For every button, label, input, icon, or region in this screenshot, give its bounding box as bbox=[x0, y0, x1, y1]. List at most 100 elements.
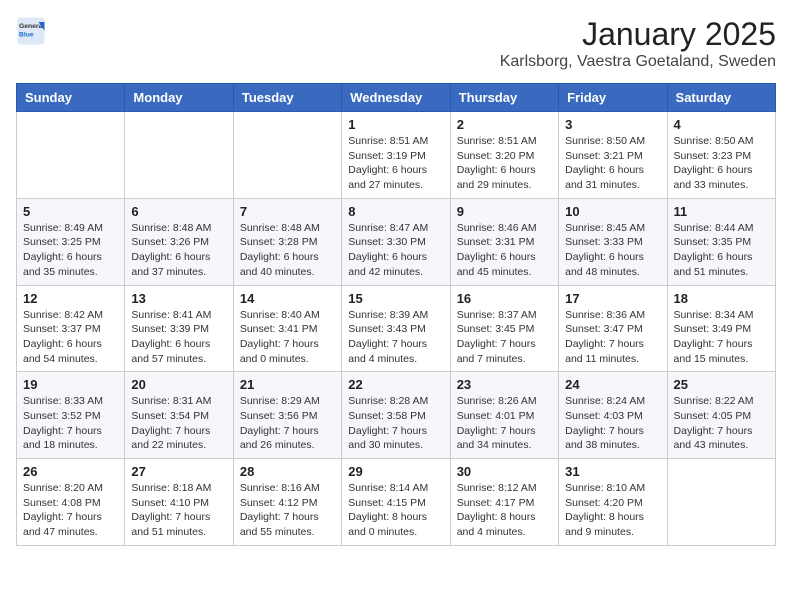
day-number: 20 bbox=[131, 377, 226, 392]
day-info: Sunrise: 8:40 AMSunset: 3:41 PMDaylight:… bbox=[240, 308, 335, 367]
calendar-subtitle: Karlsborg, Vaestra Goetaland, Sweden bbox=[500, 53, 776, 71]
day-info: Sunrise: 8:22 AMSunset: 4:05 PMDaylight:… bbox=[674, 394, 769, 453]
page-header: General Blue January 2025 Karlsborg, Vae… bbox=[16, 16, 776, 71]
calendar-cell-0-6: 4Sunrise: 8:50 AMSunset: 3:23 PMDaylight… bbox=[667, 112, 775, 199]
day-number: 1 bbox=[348, 117, 443, 132]
day-info: Sunrise: 8:46 AMSunset: 3:31 PMDaylight:… bbox=[457, 221, 552, 280]
day-number: 6 bbox=[131, 204, 226, 219]
day-number: 12 bbox=[23, 291, 118, 306]
calendar-cell-0-1 bbox=[125, 112, 233, 199]
day-info: Sunrise: 8:50 AMSunset: 3:21 PMDaylight:… bbox=[565, 134, 660, 193]
day-info: Sunrise: 8:42 AMSunset: 3:37 PMDaylight:… bbox=[23, 308, 118, 367]
day-number: 14 bbox=[240, 291, 335, 306]
day-number: 7 bbox=[240, 204, 335, 219]
header-friday: Friday bbox=[559, 84, 667, 112]
calendar-cell-3-3: 22 Sunrise: 8:28 AMSunset: 3:58 PMDayligh… bbox=[342, 372, 450, 459]
calendar-cell-0-2 bbox=[233, 112, 341, 199]
calendar-cell-4-1: 27 Sunrise: 8:18 AMSunset: 4:10 PMDayligh… bbox=[125, 459, 233, 546]
calendar-cell-3-4: 23 Sunrise: 8:26 AMSunset: 4:01 PMDayligh… bbox=[450, 372, 558, 459]
calendar-cell-1-1: 6 Sunrise: 8:48 AMSunset: 3:26 PMDaylight… bbox=[125, 198, 233, 285]
day-number: 2 bbox=[457, 117, 552, 132]
day-number: 27 bbox=[131, 464, 226, 479]
day-info: Sunrise: 8:10 AMSunset: 4:20 PMDaylight:… bbox=[565, 481, 660, 540]
day-info: Sunrise: 8:18 AMSunset: 4:10 PMDaylight:… bbox=[131, 481, 226, 540]
week-row-3: 12 Sunrise: 8:42 AMSunset: 3:37 PMDayligh… bbox=[17, 285, 776, 372]
calendar-table: Sunday Monday Tuesday Wednesday Thursday… bbox=[16, 83, 776, 546]
calendar-cell-4-5: 31 Sunrise: 8:10 AMSunset: 4:20 PMDayligh… bbox=[559, 459, 667, 546]
header-saturday: Saturday bbox=[667, 84, 775, 112]
day-number: 28 bbox=[240, 464, 335, 479]
logo-icon: General Blue bbox=[16, 16, 46, 46]
calendar-cell-4-3: 29Sunrise: 8:14 AMSunset: 4:15 PMDayligh… bbox=[342, 459, 450, 546]
week-row-1: 1 Sunrise: 8:51 AMSunset: 3:19 PMDaylight… bbox=[17, 112, 776, 199]
day-number: 25 bbox=[674, 377, 769, 392]
day-info: Sunrise: 8:45 AMSunset: 3:33 PMDaylight:… bbox=[565, 221, 660, 280]
day-info: Sunrise: 8:44 AMSunset: 3:35 PMDaylight:… bbox=[674, 221, 769, 280]
header-monday: Monday bbox=[125, 84, 233, 112]
day-info: Sunrise: 8:31 AMSunset: 3:54 PMDaylight:… bbox=[131, 394, 226, 453]
header-tuesday: Tuesday bbox=[233, 84, 341, 112]
day-number: 23 bbox=[457, 377, 552, 392]
day-number: 19 bbox=[23, 377, 118, 392]
day-number: 31 bbox=[565, 464, 660, 479]
calendar-cell-2-6: 18 Sunrise: 8:34 AMSunset: 3:49 PMDayligh… bbox=[667, 285, 775, 372]
calendar-cell-4-6 bbox=[667, 459, 775, 546]
day-number: 5 bbox=[23, 204, 118, 219]
calendar-cell-3-5: 24 Sunrise: 8:24 AMSunset: 4:03 PMDayligh… bbox=[559, 372, 667, 459]
calendar-cell-4-0: 26Sunrise: 8:20 AMSunset: 4:08 PMDayligh… bbox=[17, 459, 125, 546]
day-number: 18 bbox=[674, 291, 769, 306]
day-number: 21 bbox=[240, 377, 335, 392]
day-number: 9 bbox=[457, 204, 552, 219]
day-number: 30 bbox=[457, 464, 552, 479]
day-number: 11 bbox=[674, 204, 769, 219]
day-number: 16 bbox=[457, 291, 552, 306]
day-info: Sunrise: 8:48 AMSunset: 3:26 PMDaylight:… bbox=[131, 221, 226, 280]
day-info: Sunrise: 8:34 AMSunset: 3:49 PMDaylight:… bbox=[674, 308, 769, 367]
day-number: 4 bbox=[674, 117, 769, 132]
day-info: Sunrise: 8:49 AMSunset: 3:25 PMDaylight:… bbox=[23, 221, 118, 280]
calendar-cell-2-4: 16 Sunrise: 8:37 AMSunset: 3:45 PMDayligh… bbox=[450, 285, 558, 372]
calendar-cell-1-6: 11 Sunrise: 8:44 AMSunset: 3:35 PMDayligh… bbox=[667, 198, 775, 285]
week-row-5: 26Sunrise: 8:20 AMSunset: 4:08 PMDayligh… bbox=[17, 459, 776, 546]
calendar-cell-2-5: 17Sunrise: 8:36 AMSunset: 3:47 PMDayligh… bbox=[559, 285, 667, 372]
calendar-cell-2-0: 12 Sunrise: 8:42 AMSunset: 3:37 PMDayligh… bbox=[17, 285, 125, 372]
day-info: Sunrise: 8:51 AMSunset: 3:20 PMDaylight:… bbox=[457, 134, 552, 193]
day-info: Sunrise: 8:48 AMSunset: 3:28 PMDaylight:… bbox=[240, 221, 335, 280]
day-info: Sunrise: 8:14 AMSunset: 4:15 PMDaylight:… bbox=[348, 481, 443, 540]
day-number: 17 bbox=[565, 291, 660, 306]
day-info: Sunrise: 8:51 AMSunset: 3:19 PMDaylight:… bbox=[348, 134, 443, 193]
calendar-cell-1-2: 7 Sunrise: 8:48 AMSunset: 3:28 PMDaylight… bbox=[233, 198, 341, 285]
day-info: Sunrise: 8:47 AMSunset: 3:30 PMDaylight:… bbox=[348, 221, 443, 280]
day-number: 3 bbox=[565, 117, 660, 132]
day-info: Sunrise: 8:26 AMSunset: 4:01 PMDaylight:… bbox=[457, 394, 552, 453]
calendar-cell-1-3: 8Sunrise: 8:47 AMSunset: 3:30 PMDaylight… bbox=[342, 198, 450, 285]
calendar-cell-2-1: 13Sunrise: 8:41 AMSunset: 3:39 PMDayligh… bbox=[125, 285, 233, 372]
day-info: Sunrise: 8:37 AMSunset: 3:45 PMDaylight:… bbox=[457, 308, 552, 367]
day-number: 22 bbox=[348, 377, 443, 392]
calendar-cell-0-5: 3 Sunrise: 8:50 AMSunset: 3:21 PMDaylight… bbox=[559, 112, 667, 199]
calendar-cell-3-0: 19 Sunrise: 8:33 AMSunset: 3:52 PMDayligh… bbox=[17, 372, 125, 459]
day-info: Sunrise: 8:29 AMSunset: 3:56 PMDaylight:… bbox=[240, 394, 335, 453]
day-info: Sunrise: 8:28 AMSunset: 3:58 PMDaylight:… bbox=[348, 394, 443, 453]
calendar-cell-4-4: 30Sunrise: 8:12 AMSunset: 4:17 PMDayligh… bbox=[450, 459, 558, 546]
header-thursday: Thursday bbox=[450, 84, 558, 112]
title-block: January 2025 Karlsborg, Vaestra Goetalan… bbox=[500, 16, 776, 71]
header-wednesday: Wednesday bbox=[342, 84, 450, 112]
calendar-cell-3-6: 25 Sunrise: 8:22 AMSunset: 4:05 PMDayligh… bbox=[667, 372, 775, 459]
week-row-2: 5 Sunrise: 8:49 AMSunset: 3:25 PMDaylight… bbox=[17, 198, 776, 285]
svg-text:Blue: Blue bbox=[19, 31, 34, 38]
calendar-cell-1-0: 5 Sunrise: 8:49 AMSunset: 3:25 PMDaylight… bbox=[17, 198, 125, 285]
calendar-cell-2-3: 15Sunrise: 8:39 AMSunset: 3:43 PMDayligh… bbox=[342, 285, 450, 372]
weekday-header-row: Sunday Monday Tuesday Wednesday Thursday… bbox=[17, 84, 776, 112]
day-info: Sunrise: 8:39 AMSunset: 3:43 PMDaylight:… bbox=[348, 308, 443, 367]
calendar-cell-0-4: 2 Sunrise: 8:51 AMSunset: 3:20 PMDaylight… bbox=[450, 112, 558, 199]
header-sunday: Sunday bbox=[17, 84, 125, 112]
calendar-cell-3-1: 20 Sunrise: 8:31 AMSunset: 3:54 PMDayligh… bbox=[125, 372, 233, 459]
day-info: Sunrise: 8:24 AMSunset: 4:03 PMDaylight:… bbox=[565, 394, 660, 453]
day-number: 13 bbox=[131, 291, 226, 306]
calendar-cell-1-5: 10 Sunrise: 8:45 AMSunset: 3:33 PMDayligh… bbox=[559, 198, 667, 285]
day-number: 10 bbox=[565, 204, 660, 219]
day-info: Sunrise: 8:33 AMSunset: 3:52 PMDaylight:… bbox=[23, 394, 118, 453]
calendar-cell-1-4: 9 Sunrise: 8:46 AMSunset: 3:31 PMDaylight… bbox=[450, 198, 558, 285]
day-number: 24 bbox=[565, 377, 660, 392]
